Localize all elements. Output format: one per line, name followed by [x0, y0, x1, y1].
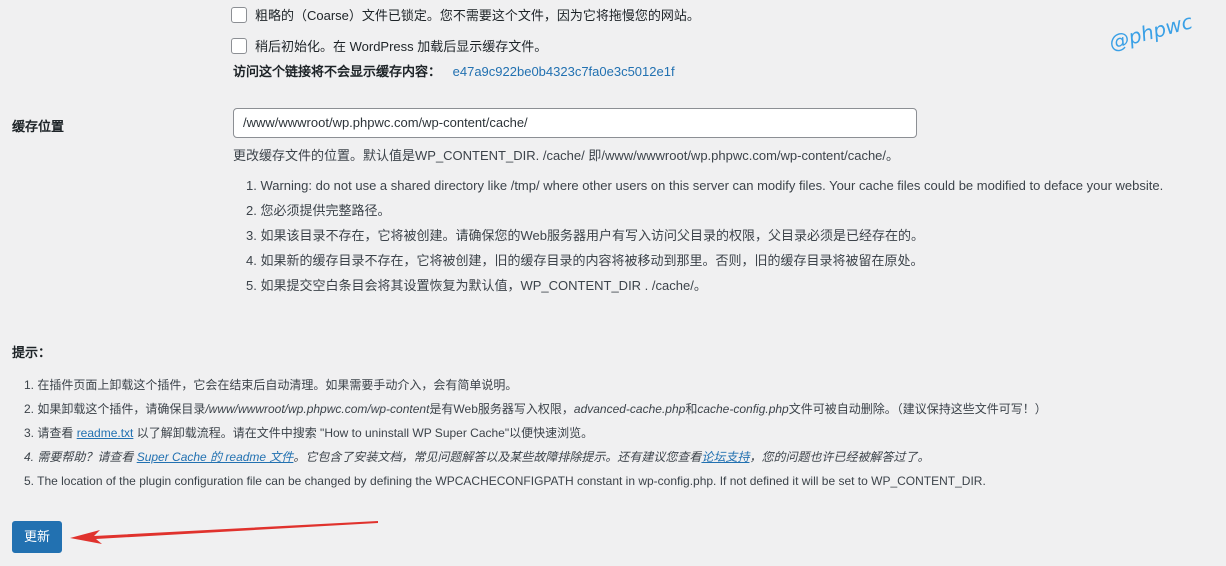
note-item: 4. 如果新的缓存目录不存在，它将被创建，旧的缓存目录的内容将被移动到那里。否则…: [246, 253, 924, 268]
late-init-option[interactable]: 稍后初始化。在 WordPress 加载后显示缓存文件。: [231, 36, 547, 55]
note-item: 2. 您必须提供完整路径。: [246, 203, 391, 218]
cache-location-input[interactable]: /www/wwwroot/wp.phpwc.com/wp-content/cac…: [233, 108, 917, 138]
coarse-lock-checkbox[interactable]: [231, 6, 247, 23]
tip-item: 4. 需要帮助？请查看 Super Cache 的 readme 文件。它包含了…: [24, 450, 930, 464]
tip-item: 5. The location of the plugin configurat…: [24, 474, 986, 488]
note-item: 3. 如果该目录不存在，它将被创建。请确保您的Web服务器用户有写入访问父目录的…: [246, 228, 924, 243]
watermark: @phpwc: [1106, 9, 1196, 55]
bypass-link-label: 访问这个链接将不会显示缓存内容：: [233, 64, 442, 79]
note-item: 1. Warning: do not use a shared director…: [246, 178, 1164, 193]
coarse-lock-label: 粗略的（Coarse）文件已锁定。您不需要这个文件，因为它将拖慢您的网站。: [255, 8, 700, 23]
tip-item: 3. 请查看 readme.txt 以了解卸载流程。请在文件中搜索 "How t…: [24, 426, 594, 440]
cache-location-description: 更改缓存文件的位置。默认值是WP_CONTENT_DIR. /cache/ 即/…: [233, 148, 900, 163]
bypass-link[interactable]: e47a9c922be0b4323c7fa0e3c5012e1f: [453, 64, 675, 79]
late-init-label: 稍后初始化。在 WordPress 加载后显示缓存文件。: [255, 39, 548, 54]
cache-location-notes: 1. Warning: do not use a shared director…: [246, 176, 1163, 301]
late-init-checkbox[interactable]: [231, 37, 247, 54]
update-button[interactable]: 更新: [12, 521, 62, 553]
bypass-link-row: 访问这个链接将不会显示缓存内容： e47a9c922be0b4323c7fa0e…: [233, 61, 675, 80]
super-cache-readme-link[interactable]: Super Cache 的 readme 文件: [137, 450, 294, 464]
cache-location-label: 缓存位置: [12, 119, 65, 134]
readme-link[interactable]: readme.txt: [77, 426, 134, 440]
tips-heading: 提示：: [12, 345, 52, 360]
coarse-lock-option[interactable]: 粗略的（Coarse）文件已锁定。您不需要这个文件，因为它将拖慢您的网站。: [231, 5, 700, 24]
tip-item: 2. 如果卸载这个插件，请确保目录/www/wwwroot/wp.phpwc.c…: [24, 402, 1047, 416]
tips-list: 1. 在插件页面上卸载这个插件，它会在结束后自动清理。如果需要手动介入，会有简单…: [24, 375, 1047, 495]
tip-item: 1. 在插件页面上卸载这个插件，它会在结束后自动清理。如果需要手动介入，会有简单…: [24, 378, 518, 392]
annotation-arrow-icon: [70, 521, 378, 544]
note-item: 5. 如果提交空白条目会将其设置恢复为默认值，WP_CONTENT_DIR . …: [246, 278, 707, 293]
support-forum-link[interactable]: 论坛支持: [701, 450, 749, 464]
